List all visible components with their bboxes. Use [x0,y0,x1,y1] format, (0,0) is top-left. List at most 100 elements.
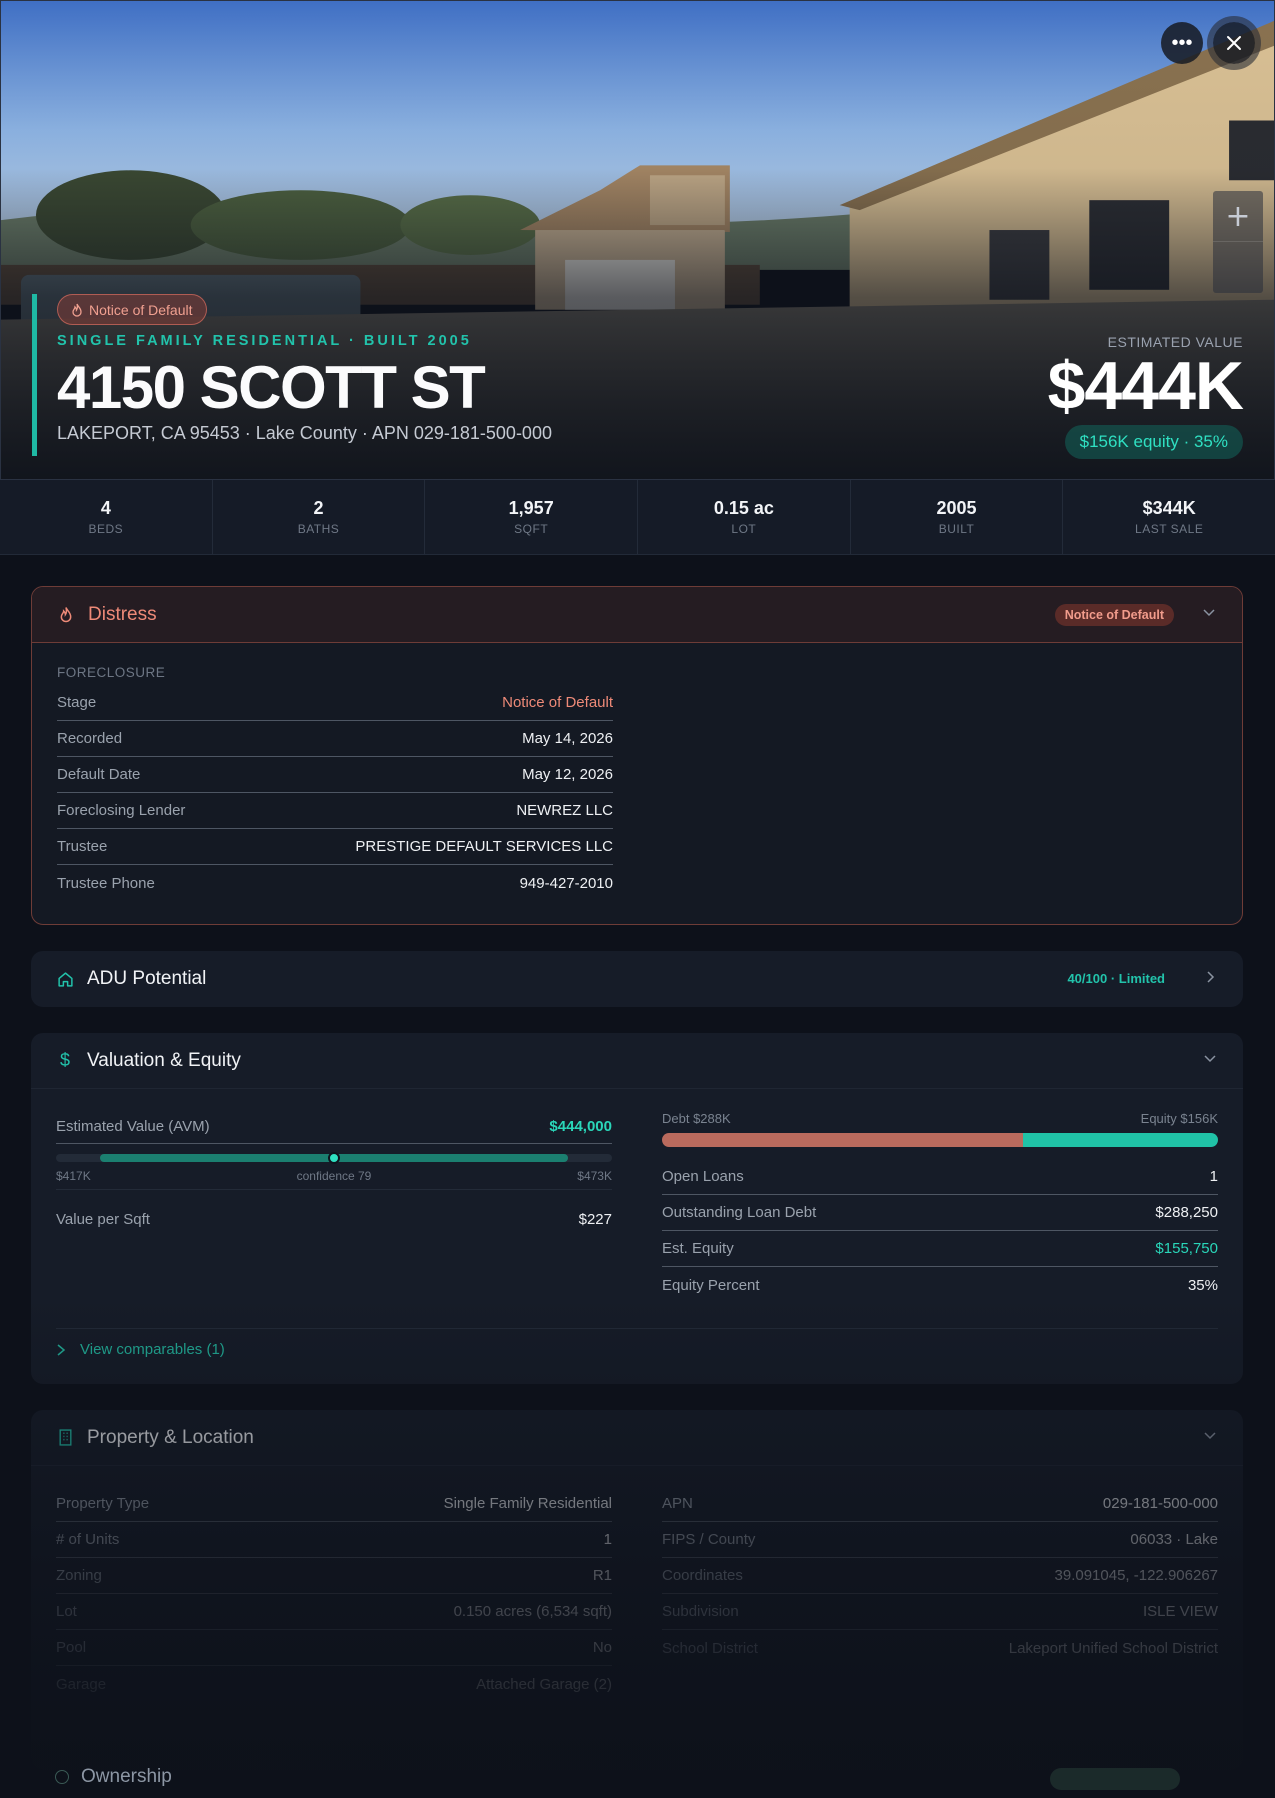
adu-score: 40/100 · Limited [1067,971,1165,986]
more-options-button[interactable]: ••• [1161,22,1203,64]
zoom-out-button[interactable] [1213,241,1263,291]
kv-key: Recorded [57,730,123,747]
debt-label: Debt $288K [662,1111,731,1126]
kv-key: Subdivision [662,1603,739,1620]
kv-row-property-type: Property Type Single Family Residential [56,1486,612,1522]
kv-key: Outstanding Loan Debt [662,1204,817,1221]
stat-value: 4 [100,498,111,518]
map-zoom-control: + [1213,191,1263,293]
avm-range-bar [56,1152,612,1164]
kv-value: 0.150 acres (6,534 sqft) [453,1603,612,1620]
valuation-title: Valuation & Equity [87,1049,241,1071]
kv-value: 06033 · Lake [1130,1531,1218,1548]
kv-row-lender: Foreclosing Lender NEWREZ LLC [57,793,613,829]
stat-label: SQFT [514,522,549,536]
kv-row-est-equity: Est. Equity $155,750 [662,1231,1218,1267]
kv-key: Stage [57,694,97,711]
range-low-label: $417K [56,1169,91,1183]
property-details-right: APN 029-181-500-000 FIPS / County 06033 · … [662,1486,1218,1666]
kv-row-open-loans: Open Loans 1 [662,1159,1218,1195]
dollar-icon: $ [59,1050,70,1070]
kv-row-equity-percent: Equity Percent 35% [662,1267,1218,1303]
debt-segment [662,1133,1024,1147]
chevron-down-icon[interactable] [1203,1428,1217,1447]
kv-key: Zoning [56,1567,102,1584]
distress-title: Distress [88,603,157,625]
equity-label: Equity $156K [1140,1111,1218,1126]
kv-value: May 12, 2026 [522,766,613,783]
kv-key: Est. Equity [662,1240,734,1257]
distress-status-badge: Notice of Default [1054,604,1174,626]
avm-row: Estimated Value (AVM) $444,000 [56,1110,612,1144]
property-header[interactable]: Property & Location [31,1410,1243,1466]
kv-key: Default Date [57,766,141,783]
property-details-left: Property Type Single Family Residential #… [56,1486,612,1702]
kv-key: Property Type [56,1495,150,1512]
flame-icon [56,605,76,625]
property-title: Property & Location [87,1426,254,1448]
foreclosure-details: FORECLOSURE Stage Notice of Default Recor… [57,665,613,901]
estimated-value-block: ESTIMATED VALUE $444K $156K equity · 35% [1048,334,1244,459]
kv-value: Single Family Residential [443,1495,612,1512]
view-comparables-label: View comparables (1) [80,1341,225,1358]
kv-row-garage: Garage Attached Garage (2) [56,1666,612,1702]
stat-sqft: 1,957 SQFT [425,480,639,554]
stat-label: BEDS [88,522,124,536]
kv-value: 35% [1187,1276,1218,1294]
close-button[interactable] [1213,22,1255,64]
property-location-card: Property & Location Property Type Single … [31,1410,1243,1770]
zoom-in-button[interactable]: + [1213,191,1263,241]
ownership-header[interactable]: Ownership [55,1766,172,1788]
kv-value: 029-181-500-000 [1102,1495,1218,1512]
stat-value: $344K [1142,498,1196,518]
distress-card: Distress Notice of Default FORECLOSURE S… [31,586,1243,925]
chevron-right-icon[interactable] [1203,969,1217,988]
adu-title: ADU Potential [87,968,207,989]
hero-details: Notice of Default SINGLE FAMILY RESIDENT… [32,294,552,456]
chevron-down-icon[interactable] [1202,605,1216,624]
avm-block: Estimated Value (AVM) $444,000 $417K con… [56,1110,612,1237]
adu-potential-card[interactable]: ADU Potential 40/100 · Limited [31,951,1243,1007]
kv-value: Attached Garage (2) [476,1675,612,1693]
kv-key: # of Units [56,1531,120,1548]
distress-alert-badge[interactable]: Notice of Default [57,294,207,325]
equity-block: Debt $288K Equity $156K Open Loans 1 Outs… [662,1111,1218,1303]
chevron-down-icon[interactable] [1203,1051,1217,1070]
home-icon [55,969,75,989]
equity-segment [1023,1133,1218,1147]
stat-label: LOT [731,522,757,536]
stat-value: 2005 [936,498,977,518]
valuation-header[interactable]: $ Valuation & Equity [31,1033,1243,1089]
view-comparables-link[interactable]: View comparables (1) [56,1341,225,1358]
kv-value: Lakeport Unified School District [1008,1639,1218,1657]
property-type-eyebrow: SINGLE FAMILY RESIDENTIAL · BUILT 2005 [57,333,472,349]
ellipsis-icon: ••• [1171,31,1193,54]
kv-value: 39.091045, -122.906267 [1054,1567,1218,1584]
kv-row-value-per-sqft: Value per Sqft $227 [56,1201,612,1237]
avm-label: Estimated Value (AVM) [56,1118,210,1135]
debt-equity-labels: Debt $288K Equity $156K [662,1111,1218,1126]
debt-equity-bar [662,1133,1218,1147]
kv-value: Notice of Default [502,694,613,711]
kv-value: $227 [578,1210,612,1228]
kv-key: Open Loans [662,1168,744,1185]
distress-alert-label: Notice of Default [89,301,193,318]
kv-key: APN [662,1495,693,1512]
kv-row-recorded: Recorded May 14, 2026 [57,721,613,757]
kv-value: NEWREZ LLC [516,802,613,819]
adu-header[interactable]: ADU Potential 40/100 · Limited [31,951,1243,1007]
kv-row-units: # of Units 1 [56,1522,612,1558]
valuation-equity-card: $ Valuation & Equity Estimated Value (AV… [31,1033,1243,1384]
kv-row-loan-debt: Outstanding Loan Debt $288,250 [662,1195,1218,1231]
kv-row-subdivision: Subdivision ISLE VIEW [662,1594,1218,1630]
kv-key: Equity Percent [662,1276,760,1294]
stat-label: BUILT [938,522,975,536]
kv-key: Pool [56,1639,87,1656]
stat-lot: 0.15 ac LOT [638,480,851,554]
kv-key: Garage [56,1675,107,1693]
distress-header[interactable]: Distress Notice of Default [32,587,1242,643]
kv-row-pool: Pool No [56,1630,612,1666]
kv-value: ISLE VIEW [1142,1603,1218,1620]
stat-value: 0.15 ac [713,498,774,518]
kv-value: R1 [592,1567,612,1584]
